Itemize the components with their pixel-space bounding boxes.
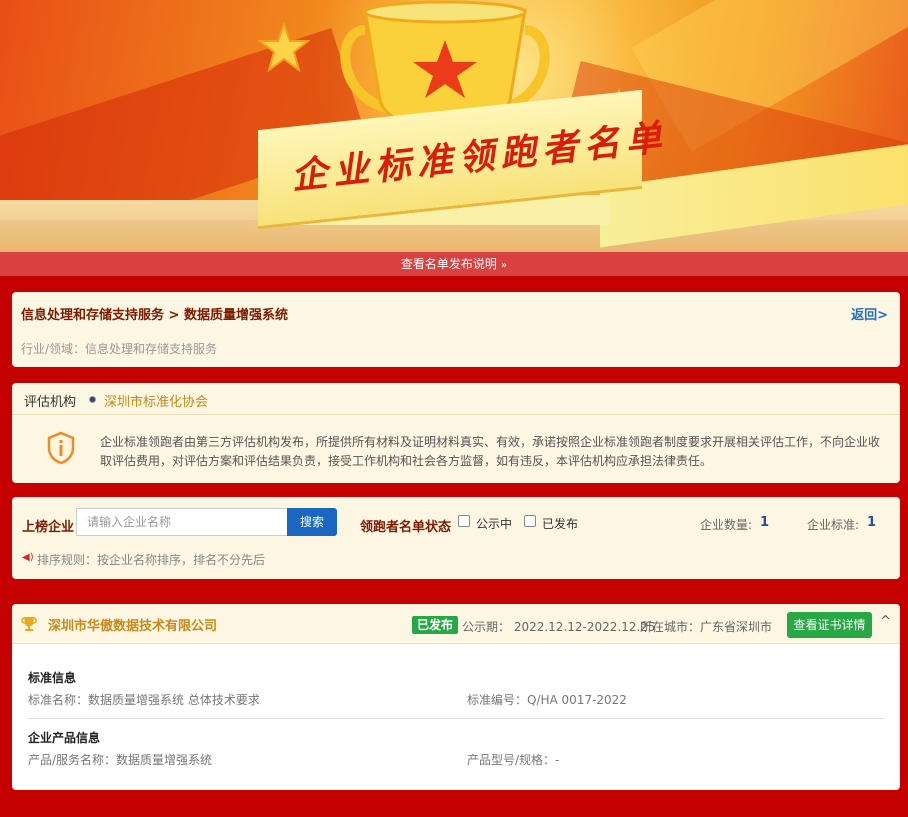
agency-label: 评估机构 <box>24 395 77 410</box>
company-count-label: 企业数量: <box>700 518 753 532</box>
product-model: 产品型号/规格：- <box>467 753 560 767</box>
status-badge: 已发布 <box>412 616 459 634</box>
standard-count: 1 <box>867 515 877 530</box>
chevron-up-icon[interactable]: ^ <box>880 614 891 629</box>
publicity-period: 公示期： 2022.12.12-2022.12.25 <box>462 620 656 634</box>
company-header[interactable]: 深圳市华傲数据技术有限公司 已发布 公示期： 2022.12.12-2022.1… <box>12 604 900 644</box>
standard-section-title: 标准信息 <box>28 671 77 685</box>
trophy-icon <box>21 617 37 631</box>
product-section-title: 企业产品信息 <box>28 731 101 745</box>
agency-header: 评估机构 深圳市标准化协会 <box>12 383 900 415</box>
release-notes-label: 查看名单发布说明 <box>400 257 497 271</box>
bullet-icon <box>89 396 96 403</box>
standard-number: 标准编号：Q/HA 0017-2022 <box>467 693 627 707</box>
agency-card: 评估机构 深圳市标准化协会 企业标准领跑者由第三方评估机构发布，所提供所有材料及… <box>12 383 900 483</box>
checkbox-publicizing-label[interactable]: 公示中 <box>476 515 512 532</box>
sort-rule: 排序规则：按企业名称排序，排名不分先后 <box>37 553 266 567</box>
company-search-input[interactable]: 请输入企业名称 <box>76 508 288 536</box>
search-button[interactable]: 搜索 <box>287 508 337 536</box>
status-filter-label: 领跑者名单状态 <box>360 520 452 535</box>
checkbox-published[interactable] <box>524 515 536 527</box>
industry-field: 行业/领域：信息处理和存储支持服务 <box>21 342 218 356</box>
star-icon <box>258 22 310 73</box>
company-name[interactable]: 深圳市华傲数据技术有限公司 <box>48 615 217 634</box>
agency-name-link[interactable]: 深圳市标准化协会 <box>104 391 208 410</box>
breadcrumb: 信息处理和存储支持服务 > 数据质量增强系统 <box>21 308 288 323</box>
standard-name: 标准名称：数据质量增强系统 总体技术要求 <box>28 693 260 707</box>
view-certificate-button[interactable]: 查看证书详情 <box>787 612 872 638</box>
hero-banner: 企业标准领跑者名单 <box>0 0 908 252</box>
company-city: 所在城市：广东省深圳市 <box>640 620 773 634</box>
company-result-card: 深圳市华傲数据技术有限公司 已发布 公示期： 2022.12.12-2022.1… <box>12 604 900 790</box>
product-name: 产品/服务名称：数据质量增强系统 <box>28 753 213 767</box>
search-label: 上榜企业 <box>22 520 75 535</box>
checkbox-published-label[interactable]: 已发布 <box>542 515 578 532</box>
search-panel: 上榜企业 请输入企业名称 搜索 领跑者名单状态 公示中 已发布 企业数量: 1 … <box>12 497 900 579</box>
checkbox-publicizing[interactable] <box>458 515 470 527</box>
section-divider <box>28 718 884 719</box>
category-card: 信息处理和存储支持服务 > 数据质量增强系统 返回> 行业/领域：信息处理和存储… <box>12 292 900 367</box>
chevron-down-icon: » <box>500 260 508 271</box>
release-notes-toggle[interactable]: 查看名单发布说明» <box>0 252 908 276</box>
speaker-icon: ◀) <box>22 552 34 563</box>
company-count: 1 <box>760 515 770 530</box>
info-shield-icon <box>47 431 75 465</box>
standard-count-label: 企业标准: <box>807 518 860 532</box>
agency-disclaimer: 企业标准领跑者由第三方评估机构发布，所提供所有材料及证明材料真实、有效，承诺按照… <box>100 435 881 468</box>
back-link[interactable]: 返回> <box>851 304 888 323</box>
